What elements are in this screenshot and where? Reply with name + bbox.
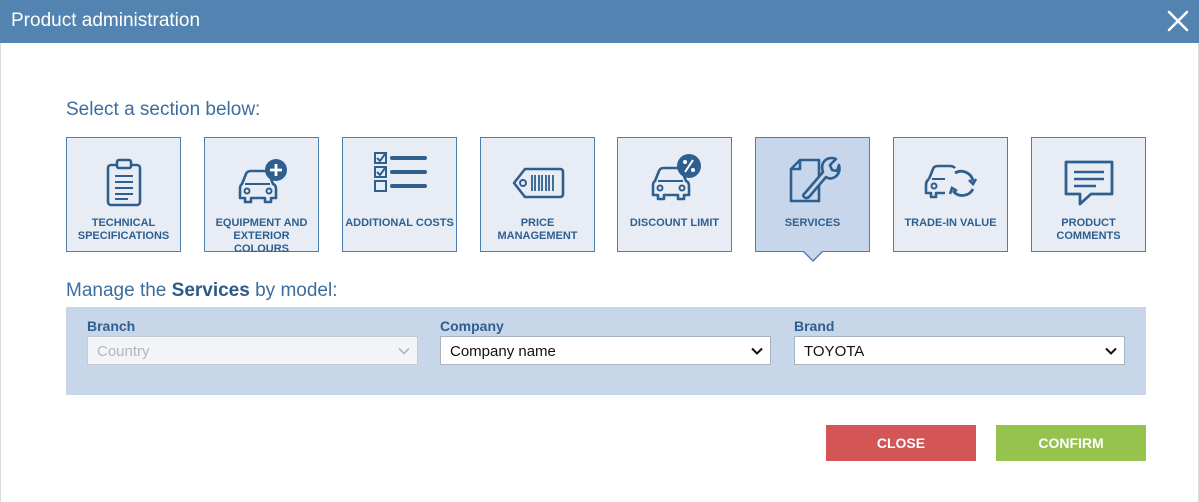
dialog-titlebar: Product administration	[0, 0, 1199, 43]
tile-services[interactable]: SERVICES	[755, 137, 870, 262]
branch-select-value: Country	[97, 343, 150, 360]
filter-panel: Branch Country Company Company name Bran…	[66, 307, 1146, 395]
company-field: Company Company name	[440, 318, 771, 365]
company-label: Company	[440, 318, 504, 334]
active-tile-pointer-fill	[804, 251, 822, 260]
tile-additional-costs[interactable]: ADDITIONAL COSTS	[342, 137, 457, 252]
wrench-document-icon	[789, 156, 841, 203]
tile-trade-in-value[interactable]: TRADE-IN VALUE	[893, 137, 1008, 252]
tile-equipment-and-exterior-colours[interactable]: EQUIPMENT AND EXTERIOR COLOURS	[204, 137, 319, 255]
manage-heading-suffix: by model:	[249, 280, 338, 301]
car-plus-icon	[238, 159, 287, 204]
confirm-button[interactable]: CONFIRM	[996, 425, 1146, 461]
dialog-border-left	[0, 43, 2, 502]
manage-heading-prefix: Manage the	[66, 280, 172, 301]
company-select[interactable]: Company name	[440, 336, 771, 365]
tile-label: PRICE MANAGEMENT	[497, 217, 578, 242]
manage-heading: Manage the Services by model:	[66, 280, 337, 302]
brand-label: Brand	[794, 318, 835, 334]
dialog-title: Product administration	[11, 10, 201, 31]
tile-label: ADDITIONAL COSTS	[345, 217, 454, 229]
tile-label: TRADE-IN VALUE	[904, 217, 997, 229]
chevron-down-icon	[398, 347, 410, 355]
clipboard-icon	[106, 158, 141, 207]
tile-price-management[interactable]: PRICE MANAGEMENT	[480, 137, 595, 252]
tile-discount-limit[interactable]: DISCOUNT LIMIT	[617, 137, 732, 252]
tile-product-comments[interactable]: PRODUCT COMMENTS	[1031, 137, 1146, 252]
tile-label: DISCOUNT LIMIT	[629, 217, 720, 229]
comment-icon	[1064, 160, 1113, 206]
manage-heading-section: Services	[171, 280, 250, 301]
chevron-down-icon	[751, 347, 763, 355]
tile-technical-specifications[interactable]: TECHNICAL SPECIFICATIONS	[66, 137, 181, 252]
close-button[interactable]: CLOSE	[826, 425, 976, 461]
branch-field: Branch Country	[87, 318, 418, 365]
brand-select[interactable]: TOYOTA	[794, 336, 1125, 365]
tile-label: SERVICES	[784, 217, 841, 229]
price-tag-icon	[512, 167, 564, 199]
chevron-down-icon	[1105, 347, 1117, 355]
car-percent-icon	[651, 154, 701, 201]
company-select-value: Company name	[450, 343, 556, 360]
tile-label: PRODUCT COMMENTS	[1056, 217, 1121, 242]
branch-label: Branch	[87, 318, 136, 334]
branch-select: Country	[87, 336, 418, 365]
tile-label: EQUIPMENT AND EXTERIOR COLOURS	[215, 217, 308, 255]
close-icon[interactable]	[1165, 8, 1191, 34]
brand-select-value: TOYOTA	[804, 343, 865, 360]
car-cycle-icon	[924, 164, 977, 199]
section-heading: Select a section below:	[66, 99, 261, 120]
brand-field: Brand TOYOTA	[794, 318, 1125, 365]
checklist-icon	[373, 152, 427, 192]
tile-label: TECHNICAL SPECIFICATIONS	[77, 217, 170, 242]
